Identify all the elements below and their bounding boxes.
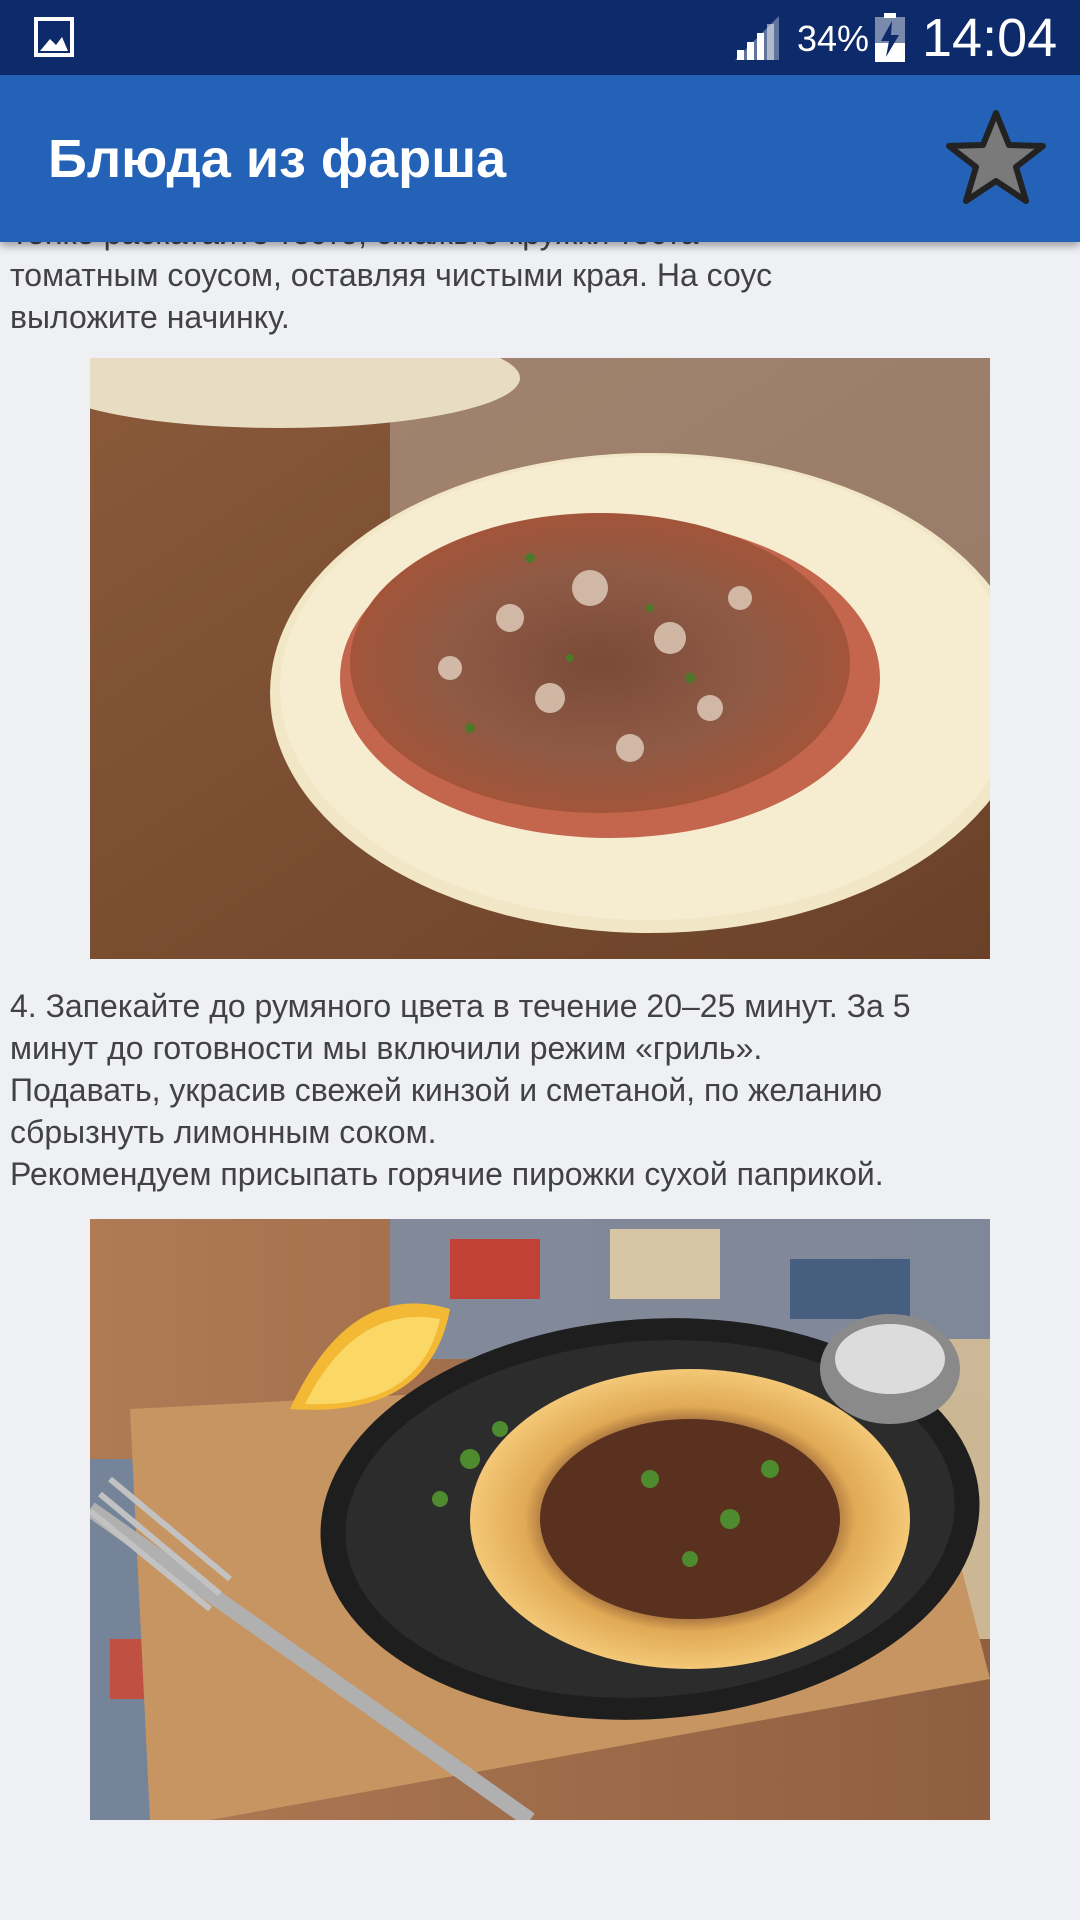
- image-icon: [34, 17, 74, 57]
- photo-baked-pie: [90, 1219, 990, 1820]
- app-bar: Блюда из фарша: [0, 75, 1080, 242]
- status-bar: 34% 14:04: [0, 0, 1080, 75]
- recipe-content[interactable]: Тонко раскатайте тесто, смажьте кружки т…: [0, 242, 1080, 1920]
- star-icon[interactable]: [942, 105, 1050, 213]
- page-title: Блюда из фарша: [48, 129, 507, 189]
- photo-raw-pie: [90, 358, 990, 959]
- clock: 14:04: [922, 8, 1058, 68]
- signal-icon: [735, 16, 779, 60]
- battery-charging-icon: [875, 13, 905, 62]
- battery-percent: 34%: [797, 18, 870, 59]
- recipe-step-4-text: 4. Запекайте до румяного цвета в течение…: [10, 988, 911, 1192]
- recipe-step-text: Тонко раскатайте тесто, смажьте кружки т…: [10, 242, 773, 335]
